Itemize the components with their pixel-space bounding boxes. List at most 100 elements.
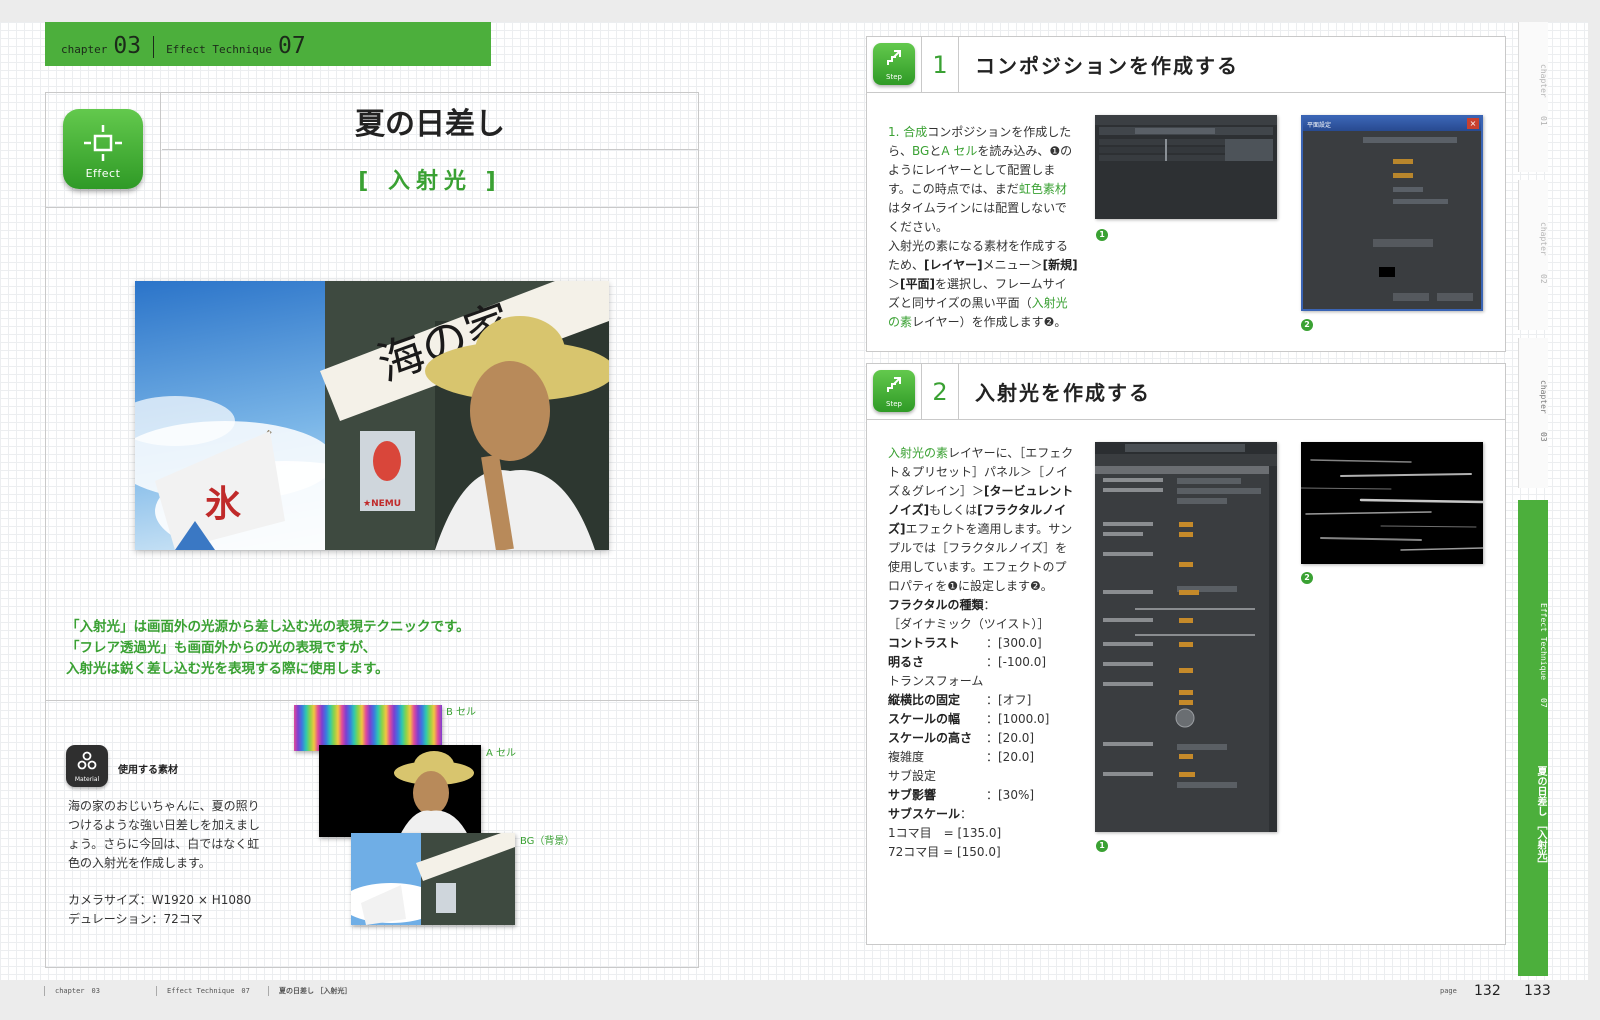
property-name: トランスフォーム bbox=[888, 674, 984, 688]
technique-number: 07 bbox=[278, 33, 306, 59]
property-name: 明るさ bbox=[888, 655, 925, 669]
property-name: 縦横比の固定 bbox=[888, 693, 961, 707]
property-name: 72コマ目 = [150.0] bbox=[888, 845, 1001, 859]
step-2-text: 入射光の素レイヤーに、［エフェクト＆プリセット］パネル＞［ノイズ＆グレイン］＞[… bbox=[888, 444, 1078, 862]
page-subtitle: [ 入射光 ] bbox=[358, 169, 502, 194]
timeline-panel bbox=[1095, 115, 1277, 161]
step-1-header: Step 1 コンポジションを作成する bbox=[867, 37, 1505, 93]
property-name: 1コマ目 = [135.0] bbox=[888, 826, 1002, 840]
text-run: メニュー＞ bbox=[982, 258, 1043, 272]
step-1-box: Step 1 コンポジションを作成する 1. 合成コンポジションを作成したら、B… bbox=[866, 36, 1506, 352]
text-run: ＞ bbox=[888, 277, 901, 291]
page-footer: chapter 03 Effect Technique 07 夏の日差し ［入射… bbox=[0, 982, 1600, 1020]
effect-property: コントラスト ：[300.0] bbox=[888, 634, 1078, 653]
noise-preview bbox=[1301, 442, 1483, 564]
material-label: 使用する素材 bbox=[118, 765, 178, 776]
text-run: 入射光の素 bbox=[888, 446, 949, 460]
property-name: コントラスト bbox=[888, 636, 960, 650]
banner-divider bbox=[153, 36, 155, 58]
step-1-title: コンポジションを作成する bbox=[975, 54, 1239, 78]
effect-property: 複雑度 ：[20.0] bbox=[888, 748, 1078, 767]
footer-page-label: page bbox=[1440, 987, 1457, 995]
property-name: 複雑度 bbox=[888, 750, 925, 764]
material-specs: カメラサイズ：W1920 × H1080 デュレーション：72コマ bbox=[68, 891, 308, 929]
property-value: ： bbox=[960, 807, 973, 821]
material-description: 海の家のおじいちゃんに、夏の照りつけるような強い日差しを加えましょう。さらに今回… bbox=[68, 799, 261, 870]
text-run: エフェクトを適用します。サンプルでは［フラクタルノイズ］を使用しています。エフェ… bbox=[888, 522, 1073, 593]
step-1-paragraph: 入射光の素になる素材を作成するため、[レイヤー]メニュー＞[新規]＞[平面]を選… bbox=[888, 237, 1078, 332]
step-1-icon: Step bbox=[873, 43, 915, 85]
solid-settings-dialog: 平面設定 × bbox=[1301, 115, 1483, 311]
side-tab-chapter-02[interactable]: chapter 02 bbox=[1518, 180, 1548, 330]
page-number-left: 132 bbox=[1474, 983, 1501, 999]
property-name: スケールの幅 bbox=[888, 712, 961, 726]
text-run: もしくは bbox=[929, 503, 978, 517]
effect-property: 72コマ目 = [150.0] bbox=[888, 843, 1078, 862]
effect-property: 縦横比の固定 ：[オフ] bbox=[888, 691, 1078, 710]
step-2-box: Step 2 入射光を作成する 入射光の素レイヤーに、［エフェクト＆プリセット］… bbox=[866, 363, 1506, 945]
property-name: ［ダイナミック（ツイスト）］ bbox=[888, 617, 1050, 631]
bg-art bbox=[351, 833, 515, 925]
hero-illustration: 海の家 ★NEMU 氷 bbox=[135, 281, 609, 550]
text-run: [新規] bbox=[1042, 258, 1078, 272]
cel-a-label: A セル bbox=[486, 748, 517, 759]
step-2-number: 2 bbox=[921, 364, 959, 419]
property-value: ：[1000.0] bbox=[986, 712, 1050, 726]
dialog-body bbox=[1363, 137, 1473, 301]
property-name: サブスケール bbox=[888, 807, 961, 821]
step-2-title: 入射光を作成する bbox=[975, 381, 1151, 405]
side-tab-number: 07 bbox=[1539, 697, 1548, 708]
effect-property: サブ影響 ：[30%] bbox=[888, 786, 1078, 805]
effect-property: スケールの幅 ：[1000.0] bbox=[888, 710, 1078, 729]
footer-technique: Effect Technique 07 bbox=[167, 987, 250, 995]
text-run: と bbox=[929, 144, 942, 158]
cel-b-label: B セル bbox=[446, 707, 477, 718]
property-name: サブ影響 bbox=[888, 788, 937, 802]
crosshair-icon bbox=[84, 125, 122, 161]
effect-property: スケールの高さ ：[20.0] bbox=[888, 729, 1078, 748]
page-number-right: 133 bbox=[1524, 983, 1551, 999]
intro-line: 「フレア透過光」も画面外からの光の表現ですが、 bbox=[66, 640, 377, 656]
side-tab-current-technique[interactable]: Effect Technique 07 夏の日差し ［入射光］ bbox=[1518, 500, 1548, 976]
side-tab-label: Effect Technique bbox=[1539, 602, 1548, 680]
material-icon: Material bbox=[66, 745, 108, 787]
intro-line: 「入射光」は画面外の光源から差し込む光の表現テクニックです。 bbox=[66, 619, 470, 635]
effect-icon: Effect bbox=[63, 109, 143, 189]
cel-a-art bbox=[394, 751, 474, 837]
property-value: ：[-100.0] bbox=[986, 655, 1047, 669]
side-tab-number: 03 bbox=[1539, 432, 1548, 442]
effect-icon-label: Effect bbox=[85, 167, 121, 180]
property-value: ：[オフ] bbox=[986, 693, 1032, 707]
technique-label: Effect Technique bbox=[166, 43, 273, 56]
title-row: Effect 夏の日差し [ 入射光 ] bbox=[46, 93, 698, 208]
property-value: ：[20.0] bbox=[986, 731, 1035, 745]
right-page: Step 1 コンポジションを作成する 1. 合成コンポジションを作成したら、B… bbox=[712, 22, 1588, 980]
material-icon-label: Material bbox=[74, 776, 100, 783]
chapter-number: 03 bbox=[113, 33, 142, 59]
duration: デュレーション：72コマ bbox=[68, 912, 203, 926]
badge-2: 2 bbox=[1301, 319, 1313, 331]
text-run: 虹色素材 bbox=[1018, 182, 1067, 196]
property-name: スケールの高さ bbox=[888, 731, 973, 745]
stairs-arrow-icon bbox=[887, 50, 901, 65]
side-tab-label: chapter bbox=[1539, 222, 1548, 257]
stairs-arrow-icon bbox=[887, 377, 901, 392]
text-run: はタイムラインには配置しないでください。 bbox=[888, 201, 1067, 234]
property-value: ：[300.0] bbox=[986, 636, 1042, 650]
badge-1: 1 bbox=[1096, 229, 1108, 241]
material-circles-icon bbox=[77, 751, 97, 770]
text-run: 1. 合成 bbox=[888, 125, 928, 139]
step-2-paragraph: 入射光の素レイヤーに、［エフェクト＆プリセット］パネル＞［ノイズ＆グレイン］＞[… bbox=[888, 444, 1078, 596]
badge-1: 1 bbox=[1096, 840, 1108, 852]
title-icon-cell: Effect bbox=[46, 93, 161, 207]
intro-line: 入射光は鋭く差し込む光を表現する際に使用します。 bbox=[66, 661, 389, 677]
camera-size: カメラサイズ：W1920 × H1080 bbox=[68, 893, 252, 907]
side-tab-chapter-03[interactable]: chapter 03 bbox=[1518, 338, 1548, 488]
dialog-close-button[interactable]: × bbox=[1467, 118, 1479, 129]
chapter-label: chapter bbox=[61, 43, 108, 56]
side-tab-title: 夏の日差し ［入射光］ bbox=[1535, 765, 1546, 870]
side-tab-label: chapter bbox=[1539, 380, 1548, 415]
text-run: A セル bbox=[941, 144, 978, 158]
effect-property: 明るさ ：[-100.0] bbox=[888, 653, 1078, 672]
side-tab-chapter-01[interactable]: chapter 01 bbox=[1518, 22, 1548, 172]
